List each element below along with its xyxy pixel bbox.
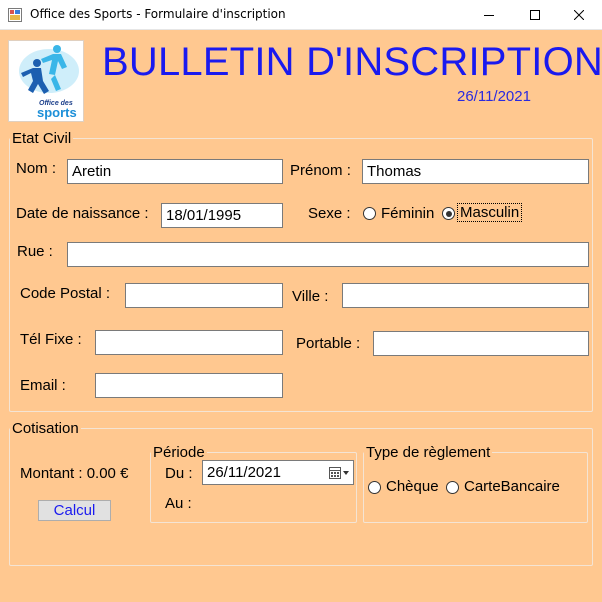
- rue-label: Rue :: [17, 243, 53, 260]
- ville-label: Ville :: [292, 288, 329, 305]
- feminin-label[interactable]: Féminin: [381, 205, 434, 222]
- cheque-radio[interactable]: [368, 481, 381, 494]
- tel-fixe-label: Tél Fixe :: [20, 331, 82, 348]
- date-naissance-field[interactable]: [161, 203, 283, 228]
- minimize-button[interactable]: [466, 0, 512, 30]
- calcul-button[interactable]: Calcul: [38, 500, 111, 521]
- au-label: Au :: [165, 495, 192, 512]
- ville-field[interactable]: [342, 283, 589, 308]
- masculin-label[interactable]: Masculin: [456, 203, 523, 222]
- reglement-legend: Type de règlement: [366, 444, 491, 461]
- du-label: Du :: [165, 465, 193, 482]
- carte-bancaire-label[interactable]: CarteBancaire: [464, 478, 560, 495]
- app-icon: [8, 8, 22, 22]
- etat-civil-legend: Etat Civil: [12, 130, 72, 147]
- sexe-label: Sexe :: [308, 205, 351, 222]
- prenom-label: Prénom :: [290, 162, 351, 179]
- periode-legend: Période: [153, 444, 205, 461]
- current-date: 26/11/2021: [457, 88, 531, 105]
- prenom-field[interactable]: [362, 159, 589, 184]
- minimize-icon: [484, 7, 494, 24]
- athletes-icon: Office des sports: [9, 41, 83, 121]
- cheque-label[interactable]: Chèque: [386, 478, 439, 495]
- portable-field[interactable]: [373, 331, 589, 356]
- nom-field[interactable]: [67, 159, 283, 184]
- logo-text-main: sports: [37, 105, 77, 120]
- close-icon: [573, 7, 585, 24]
- code-postal-field[interactable]: [125, 283, 283, 308]
- rue-field[interactable]: [67, 242, 589, 267]
- du-date-value: 26/11/2021: [207, 464, 281, 481]
- calendar-dropdown-icon[interactable]: [329, 466, 351, 484]
- carte-bancaire-radio[interactable]: [446, 481, 459, 494]
- cotisation-legend: Cotisation: [12, 420, 79, 437]
- tel-fixe-field[interactable]: [95, 330, 283, 355]
- email-label: Email :: [20, 377, 66, 394]
- maximize-icon: [530, 7, 540, 24]
- maximize-button[interactable]: [512, 0, 558, 30]
- naissance-label: Date de naissance :: [16, 205, 149, 222]
- montant-label: Montant : 0.00 €: [20, 465, 129, 482]
- sports-logo: Office des sports: [8, 40, 84, 122]
- nom-label: Nom :: [16, 160, 57, 177]
- close-button[interactable]: [556, 0, 602, 30]
- window-title: Office des Sports - Formulaire d'inscrip…: [30, 7, 286, 21]
- portable-label: Portable :: [296, 335, 361, 352]
- du-date-picker[interactable]: 26/11/2021: [202, 460, 354, 485]
- masculin-radio[interactable]: [442, 207, 455, 220]
- window-titlebar: Office des Sports - Formulaire d'inscrip…: [0, 0, 602, 30]
- code-postal-label: Code Postal :: [20, 285, 111, 302]
- page-title: BULLETIN D'INSCRIPTION: [102, 40, 602, 84]
- feminin-radio[interactable]: [363, 207, 376, 220]
- email-field[interactable]: [95, 373, 283, 398]
